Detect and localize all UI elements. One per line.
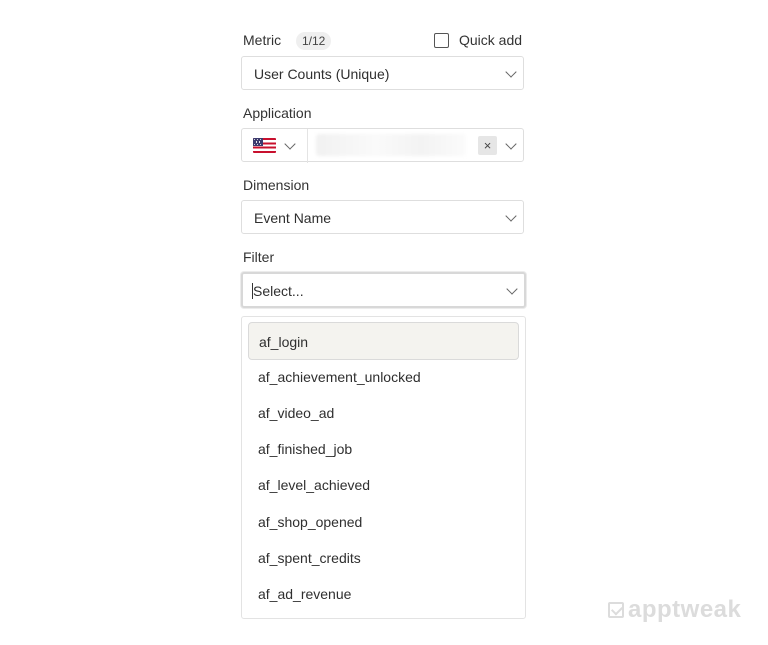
dropdown-option[interactable]: af_spent_credits	[248, 539, 519, 577]
dropdown-option[interactable]: af_video_ad	[248, 394, 519, 432]
metric-select[interactable]: User Counts (Unique)	[241, 56, 524, 90]
dropdown-option[interactable]: af_finished_job	[248, 430, 519, 468]
filter-input[interactable]: Select...	[241, 272, 526, 308]
application-label: Application	[243, 105, 312, 121]
metric-label: Metric	[243, 32, 282, 48]
quick-add-label[interactable]: Quick add	[459, 32, 522, 48]
dropdown-option[interactable]: af_level_achieved	[248, 466, 519, 504]
filter-placeholder: Select...	[253, 283, 304, 299]
clear-icon[interactable]: ×	[478, 136, 497, 155]
chevron-down-icon[interactable]	[506, 283, 518, 295]
apptweak-watermark: apptweak	[608, 596, 741, 624]
filter-dropdown-menu: af_login af_achievement_unlocked af_vide…	[241, 316, 526, 619]
metric-count-badge: 1/12	[296, 32, 332, 50]
us-flag-icon[interactable]	[253, 138, 276, 153]
dimension-label: Dimension	[243, 177, 310, 193]
dimension-value: Event Name	[254, 210, 332, 226]
chevron-down-icon	[505, 210, 517, 222]
filter-label: Filter	[243, 249, 275, 265]
dropdown-option[interactable]: af_ad_revenue	[248, 575, 519, 613]
divider	[307, 129, 308, 163]
apptweak-logo-icon	[608, 602, 624, 618]
chevron-down-icon[interactable]	[505, 138, 517, 150]
application-select[interactable]: ×	[241, 128, 524, 163]
dimension-select[interactable]: Event Name	[241, 200, 524, 234]
chevron-down-icon	[505, 66, 517, 78]
country-chevron-down-icon[interactable]	[284, 138, 296, 150]
metric-value: User Counts (Unique)	[254, 66, 390, 82]
app-name-redacted	[316, 134, 466, 156]
watermark-text: apptweak	[628, 596, 742, 623]
dropdown-option[interactable]: af_shop_opened	[248, 503, 519, 541]
quick-add-checkbox[interactable]	[434, 33, 449, 48]
dropdown-option[interactable]: af_achievement_unlocked	[248, 358, 519, 396]
dropdown-option[interactable]: af_login	[248, 322, 519, 360]
